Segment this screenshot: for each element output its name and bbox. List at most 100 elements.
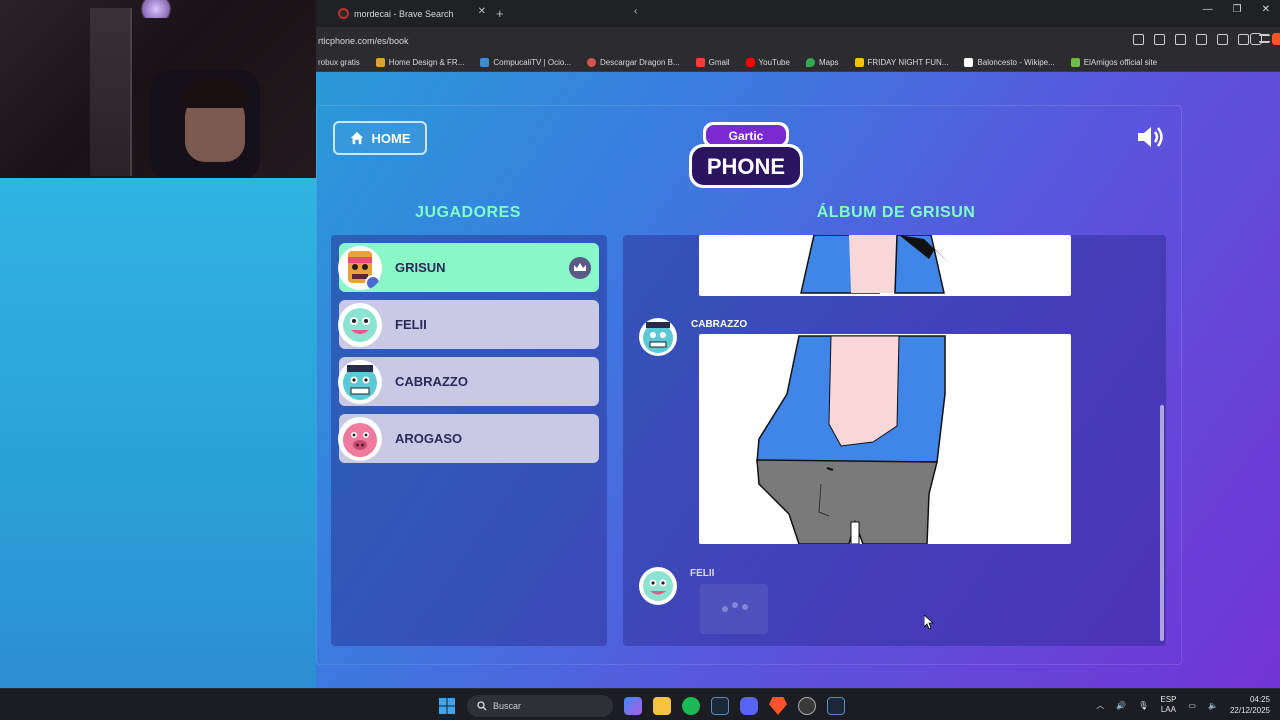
file-explorer-icon[interactable] [653, 697, 671, 715]
folder-icon [375, 58, 385, 67]
logo-top-text: Gartic [729, 129, 764, 143]
home-button[interactable]: HOME [333, 121, 427, 155]
vpn-icon[interactable] [1238, 34, 1249, 45]
window-controls: — ❐ ✕ [1203, 4, 1270, 15]
volume-icon[interactable]: 🔈 [1208, 701, 1218, 710]
player-name: AROGASO [395, 431, 463, 446]
sidebar-icon[interactable] [1175, 34, 1186, 45]
speaker-icon[interactable]: 🔊 [1116, 701, 1126, 710]
bookmark-item[interactable]: Descargar Dragon B... [587, 58, 680, 67]
steam-icon[interactable] [711, 697, 729, 715]
album-panel: CABRAZZO FELII [623, 235, 1166, 646]
leo-ai-icon[interactable] [1217, 34, 1228, 45]
windows-taskbar: Buscar ︿ 🔊 🎙 ESP LAA ▭ 🔈 04:25 22/12/202… [0, 688, 1280, 720]
browser-tabbar: ‹ mordecai - Brave Search ✕ + — ❐ ✕ [316, 0, 1280, 27]
screen: ‹ mordecai - Brave Search ✕ + — ❐ ✕ rtic… [0, 0, 1280, 720]
entry-avatar-ghost-icon [639, 567, 677, 605]
youtube-icon [745, 58, 755, 67]
minimize-icon[interactable]: — [1203, 4, 1213, 15]
browser-tab-title: mordecai - Brave Search [354, 8, 454, 19]
album-scrollbar[interactable] [1160, 405, 1164, 641]
loading-dot [722, 606, 728, 612]
home-icon [350, 131, 363, 145]
clock-time: 04:25 [1249, 695, 1270, 704]
wallet-icon[interactable] [1196, 34, 1207, 45]
network-icon[interactable]: ▭ [1188, 701, 1196, 710]
browser-tab[interactable]: mordecai - Brave Search ✕ [316, 0, 496, 27]
bookmark-item[interactable]: robux gratis [318, 58, 360, 67]
current-drawing [699, 334, 1071, 544]
tab-scroll-left-icon[interactable]: ‹ [634, 6, 637, 17]
search-icon [477, 701, 487, 711]
loading-dot [742, 604, 748, 610]
maximize-icon[interactable]: ❐ [1233, 4, 1242, 15]
desktop-background [0, 178, 316, 688]
player-row-cabrazzo[interactable]: CABRAZZO [338, 357, 599, 406]
player-row-grisun[interactable]: GRISUN [338, 243, 599, 292]
crown-favicon-icon [854, 58, 864, 67]
bookmarks-bar: robux gratis Home Design & FR... Compuca… [316, 54, 1280, 72]
browser-address-bar: rticphone.com/es/book [316, 27, 1280, 54]
wikipedia-icon [964, 58, 974, 67]
brave-browser-icon[interactable] [769, 697, 787, 715]
gmail-icon [695, 58, 705, 67]
microphone-icon[interactable]: 🎙 [1138, 701, 1148, 710]
bookmark-item[interactable]: Maps [805, 58, 839, 67]
webcam-overlay [0, 0, 316, 178]
webcam-light [136, 0, 176, 18]
bookmark-item[interactable]: Home Design & FR... [375, 58, 464, 67]
player-name: GRISUN [395, 260, 446, 275]
previous-drawing [699, 235, 1071, 296]
webcam-headset [182, 78, 248, 108]
gartic-phone-page: HOME Gartic PHONE JUGADORES ÁLBUM DE GRI… [316, 72, 1280, 688]
discord-icon[interactable] [740, 697, 758, 715]
players-heading: JUGADORES [415, 204, 521, 221]
new-tab-icon[interactable]: + [496, 6, 504, 21]
player-name: FELII [395, 317, 427, 332]
webcam-background-door [90, 8, 132, 176]
player-avatar-tiki-icon [338, 246, 382, 291]
windows-start-icon[interactable] [438, 697, 456, 715]
obs-icon[interactable] [798, 697, 816, 715]
previous-drawing-art [800, 235, 949, 294]
entry-author-name: FELII [690, 568, 715, 579]
crown-icon [569, 257, 591, 279]
bookmark-item[interactable]: FRIDAY NIGHT FUN... [854, 58, 948, 67]
mouse-cursor-icon [924, 615, 934, 629]
close-window-icon[interactable]: ✕ [1262, 4, 1270, 15]
clock[interactable]: 04:25 22/12/2025 [1230, 694, 1270, 716]
extension-icons [1133, 34, 1270, 45]
bookmark-item[interactable]: YouTube [745, 58, 790, 67]
tab-search-icon[interactable] [1154, 34, 1165, 45]
entry-author-name: CABRAZZO [691, 319, 748, 330]
brave-shields-icon[interactable] [1272, 33, 1280, 45]
clock-date: 22/12/2025 [1229, 706, 1270, 715]
site-icon [587, 58, 597, 67]
tab-close-icon[interactable]: ✕ [478, 6, 486, 17]
tray-chevron-icon[interactable]: ︿ [1096, 700, 1104, 711]
bookmark-item[interactable]: Baloncesto - Wikipe... [964, 58, 1055, 67]
player-row-felii[interactable]: FELII [338, 300, 599, 349]
bookmark-item[interactable]: ElAmigos official site [1070, 58, 1157, 67]
bookmark-item[interactable]: CompucaliTV | Ocio... [480, 58, 571, 67]
language-indicator[interactable]: ESP LAA [1160, 695, 1176, 715]
gartic-phone-logo: Gartic PHONE [689, 122, 803, 188]
taskbar-apps: Buscar [438, 695, 845, 717]
bookmark-item[interactable]: Gmail [695, 58, 730, 67]
sound-icon[interactable] [1136, 124, 1166, 150]
players-panel: GRISUN FELII CABRAZZO AROGASO [331, 235, 607, 646]
spotify-icon[interactable] [682, 697, 700, 715]
menu-icon[interactable] [1259, 34, 1270, 43]
system-tray: ︿ 🔊 🎙 ESP LAA ▭ 🔈 04:25 22/12/2025 [1096, 694, 1270, 716]
brave-search-favicon-icon [338, 8, 349, 19]
maps-icon [805, 58, 815, 67]
steam-secondary-icon[interactable] [827, 697, 845, 715]
player-row-arogaso[interactable]: AROGASO [338, 414, 599, 463]
entry-avatar-monster-icon [639, 318, 677, 356]
url-field[interactable]: rticphone.com/es/book [318, 36, 409, 46]
taskbar-search[interactable]: Buscar [467, 695, 613, 717]
extensions-icon[interactable] [1133, 34, 1144, 45]
player-name: CABRAZZO [395, 374, 468, 389]
copilot-icon[interactable] [624, 697, 642, 715]
loading-indicator [700, 584, 768, 634]
